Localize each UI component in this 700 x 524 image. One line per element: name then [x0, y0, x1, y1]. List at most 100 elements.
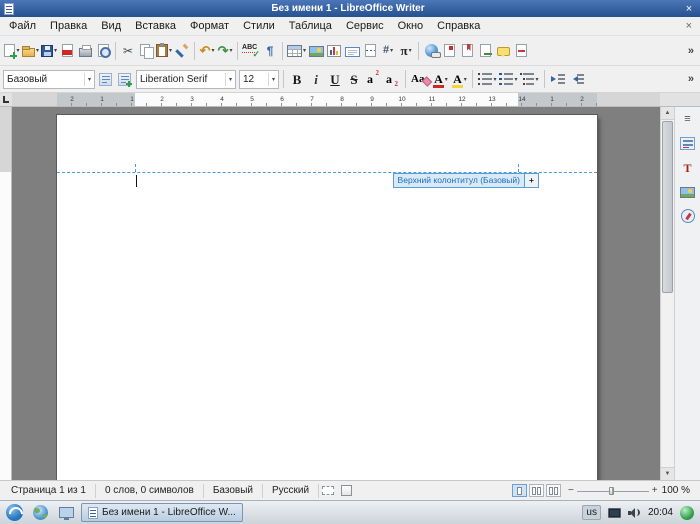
vertical-ruler[interactable]: [0, 107, 12, 480]
view-multiple-pages-button[interactable]: [529, 484, 544, 497]
increase-indent-button[interactable]: [549, 68, 567, 90]
insert-special-character-button[interactable]: π▾: [397, 39, 415, 63]
status-language[interactable]: Русский: [263, 485, 318, 496]
document-page[interactable]: Верхний колонтитул (Базовый) +: [57, 115, 597, 480]
menu-item[interactable]: Вид: [94, 17, 128, 36]
dropdown-icon[interactable]: ▾: [493, 76, 496, 83]
save-button[interactable]: ▾: [40, 39, 58, 63]
view-single-page-button[interactable]: [512, 484, 527, 497]
redo-button[interactable]: ↷▾: [216, 39, 234, 63]
strikethrough-button[interactable]: S: [345, 68, 363, 90]
toolbar-overflow-button[interactable]: »: [688, 45, 694, 57]
dropdown-icon[interactable]: ▾: [229, 47, 232, 54]
menu-item[interactable]: Сервис: [339, 17, 391, 36]
menu-item[interactable]: Файл: [2, 17, 43, 36]
print-preview-button[interactable]: [94, 39, 112, 63]
close-document-button[interactable]: ×: [680, 20, 698, 32]
formatting-marks-button[interactable]: ¶: [261, 39, 279, 63]
dropdown-icon[interactable]: ▾: [211, 47, 214, 54]
menu-item[interactable]: Формат: [183, 17, 236, 36]
insert-page-break-button[interactable]: [361, 39, 379, 63]
font-color-button[interactable]: A▾: [431, 68, 449, 90]
menu-item[interactable]: Таблица: [282, 17, 339, 36]
horizontal-ruler[interactable]: 21123456789101112131412: [12, 93, 660, 106]
scroll-down-button[interactable]: ▼: [661, 467, 674, 480]
dropdown-icon[interactable]: ▾: [36, 47, 39, 54]
scroll-up-button[interactable]: ▲: [661, 107, 674, 120]
selection-mode-button[interactable]: [319, 479, 337, 503]
zoom-out-button[interactable]: −: [568, 486, 574, 496]
decrease-indent-button[interactable]: [568, 68, 586, 90]
status-page-style[interactable]: Базовый: [204, 485, 262, 496]
bullet-list-button[interactable]: ▾: [477, 68, 497, 90]
outline-list-button[interactable]: ▾: [519, 68, 539, 90]
italic-button[interactable]: i: [307, 68, 325, 90]
dropdown-icon[interactable]: ▾: [268, 73, 275, 86]
sidebar-tab-properties[interactable]: [677, 134, 699, 153]
toolbar-overflow-button[interactable]: »: [688, 73, 694, 85]
menu-item[interactable]: Правка: [43, 17, 94, 36]
dropdown-icon[interactable]: ▾: [225, 73, 232, 86]
bold-button[interactable]: B: [288, 68, 306, 90]
vertical-scrollbar[interactable]: ▲ ▼: [660, 107, 674, 480]
insert-bookmark-button[interactable]: [458, 39, 476, 63]
titlebar[interactable]: Без имени 1 - LibreOffice Writer ×: [0, 0, 700, 17]
menu-item[interactable]: Вставка: [128, 17, 183, 36]
update-style-button[interactable]: [96, 68, 114, 90]
document-modified-button[interactable]: [337, 479, 355, 503]
dropdown-icon[interactable]: ▾: [390, 47, 393, 54]
taskbar-window-button[interactable]: Без имени 1 - LibreOffice W...: [81, 503, 243, 522]
font-size-combo[interactable]: 12 ▾: [239, 70, 279, 89]
cut-button[interactable]: ✂: [119, 39, 137, 63]
start-menu-button[interactable]: [3, 503, 25, 523]
insert-comment-button[interactable]: [494, 39, 512, 63]
undo-button[interactable]: ↶▾: [198, 39, 216, 63]
clone-formatting-button[interactable]: [173, 39, 191, 63]
sidebar-settings-button[interactable]: ≡: [677, 110, 699, 129]
insert-field-button[interactable]: #▾: [379, 39, 397, 63]
new-document-button[interactable]: ▾: [3, 39, 21, 63]
clock[interactable]: 20:04: [648, 507, 673, 518]
subscript-button[interactable]: a2: [383, 68, 401, 90]
header-tab-label[interactable]: Верхний колонтитул (Базовый): [393, 173, 525, 188]
tab-stop-selector[interactable]: [0, 93, 12, 106]
clear-formatting-button[interactable]: Aa: [410, 68, 430, 90]
print-button[interactable]: [76, 39, 94, 63]
copy-button[interactable]: [137, 39, 155, 63]
insert-footnote-button[interactable]: [440, 39, 458, 63]
view-book-mode-button[interactable]: [546, 484, 561, 497]
insert-image-button[interactable]: [307, 39, 325, 63]
paragraph-style-combo[interactable]: Базовый ▾: [3, 70, 95, 89]
numbered-list-button[interactable]: ▾: [498, 68, 518, 90]
dropdown-icon[interactable]: ▾: [445, 76, 448, 83]
underline-button[interactable]: U: [326, 68, 344, 90]
window-close-button[interactable]: ×: [682, 3, 696, 15]
dropdown-icon[interactable]: ▾: [169, 47, 172, 54]
menu-item[interactable]: Справка: [430, 17, 487, 36]
dropdown-icon[interactable]: ▾: [303, 47, 306, 54]
status-page-info[interactable]: Страница 1 из 1: [2, 485, 95, 496]
status-word-count[interactable]: 0 слов, 0 символов: [96, 485, 203, 496]
add-header-button[interactable]: +: [525, 173, 539, 188]
superscript-button[interactable]: a2: [364, 68, 382, 90]
spelling-button[interactable]: ABC✓: [241, 39, 261, 63]
insert-chart-button[interactable]: [325, 39, 343, 63]
export-pdf-button[interactable]: [58, 39, 76, 63]
display-tray-icon[interactable]: [608, 508, 621, 518]
sidebar-tab-styles[interactable]: Т: [677, 158, 699, 177]
highlight-color-button[interactable]: A▾: [450, 68, 468, 90]
dropdown-icon[interactable]: ▾: [84, 73, 91, 86]
volume-icon[interactable]: [628, 507, 641, 519]
insert-text-box-button[interactable]: [343, 39, 361, 63]
font-name-combo[interactable]: Liberation Serif ▾: [136, 70, 236, 89]
new-style-button[interactable]: [115, 68, 133, 90]
keyboard-layout-indicator[interactable]: us: [582, 505, 601, 520]
open-button[interactable]: ▾: [21, 39, 40, 63]
dropdown-icon[interactable]: ▾: [535, 76, 538, 83]
browser-launcher[interactable]: [29, 503, 51, 523]
insert-table-button[interactable]: ▾: [286, 39, 307, 63]
insert-hyperlink-button[interactable]: [422, 39, 440, 63]
zoom-percentage[interactable]: 100 %: [658, 485, 698, 496]
insert-cross-reference-button[interactable]: [476, 39, 494, 63]
track-changes-button[interactable]: [512, 39, 530, 63]
